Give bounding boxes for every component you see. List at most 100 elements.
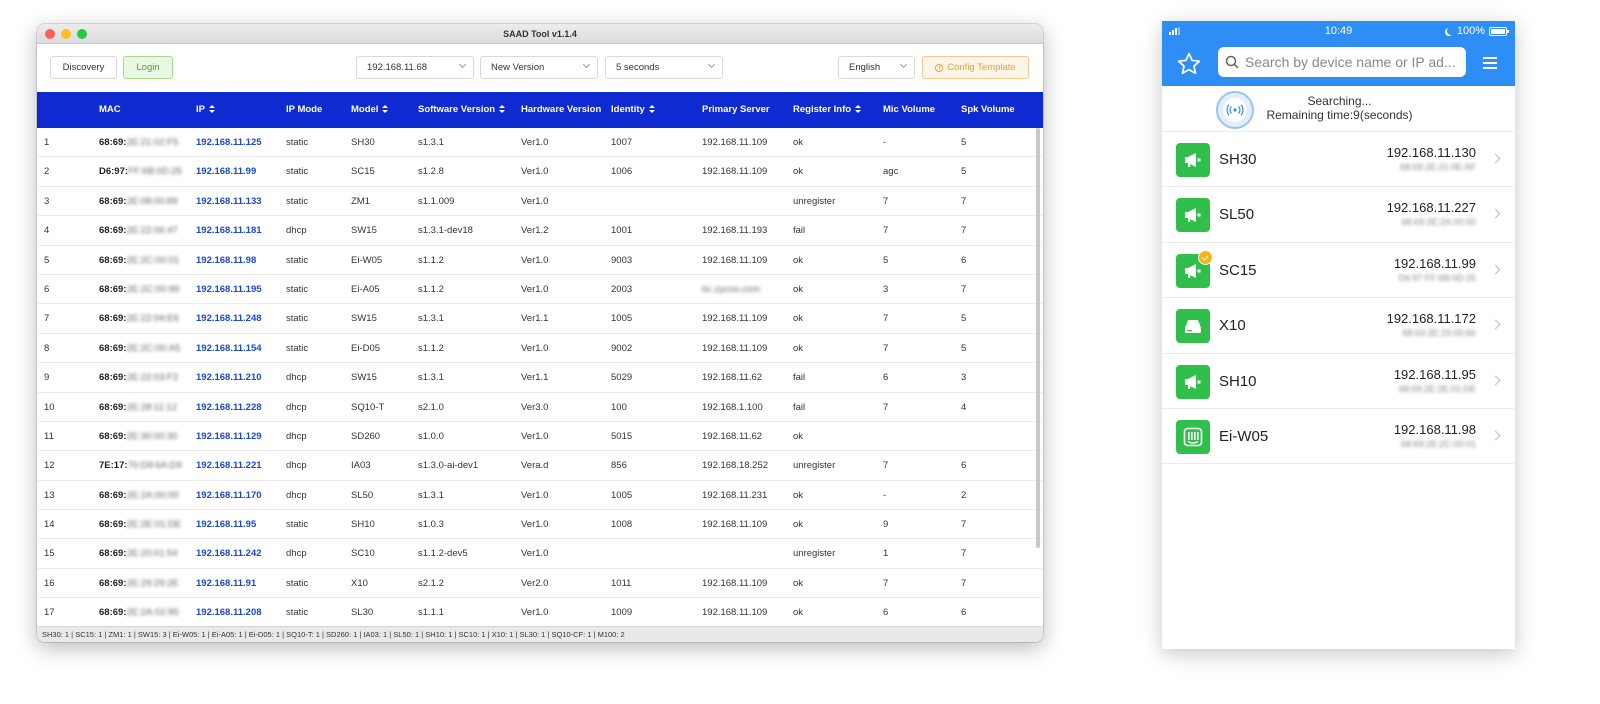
table-row[interactable]: 8 68:69:2E:2C:00:A5 192.168.11.154 static Ei… bbox=[37, 334, 1043, 364]
ip-cell[interactable]: 192.168.11.228 bbox=[196, 393, 262, 422]
interval-select[interactable]: 5 seconds bbox=[605, 56, 723, 79]
column-header-model[interactable]: Model bbox=[351, 92, 389, 128]
ip-cell[interactable]: 192.168.11.125 bbox=[196, 128, 262, 157]
table-row[interactable]: 1 68:69:2E:21:02:F5 192.168.11.125 static SH… bbox=[37, 128, 1043, 158]
table-row[interactable]: 2 D6:97:FF:6B:0D:25 192.168.11.99 static SC1… bbox=[37, 157, 1043, 187]
device-ip: 192.168.11.130 bbox=[1386, 145, 1476, 160]
ip-cell[interactable]: 192.168.11.181 bbox=[196, 216, 262, 245]
sort-icon[interactable] bbox=[855, 104, 862, 114]
ip-cell[interactable]: 192.168.11.248 bbox=[196, 304, 262, 333]
version-select-value: New Version bbox=[491, 62, 545, 73]
column-header-register-info[interactable]: Register Info bbox=[793, 92, 862, 128]
device-list-item[interactable]: X10 192.168.11.172 68:69:2E:29:00:66 bbox=[1162, 298, 1515, 354]
table-row[interactable]: 11 68:69:2E:30:00:30 192.168.11.129 dhcp SD2… bbox=[37, 422, 1043, 452]
ip-cell[interactable]: 192.168.11.98 bbox=[196, 246, 256, 275]
phone-status-bar: 10:49 100% bbox=[1162, 21, 1515, 41]
config-template-button[interactable]: Config Template bbox=[922, 56, 1029, 79]
ip-cell[interactable]: 192.168.11.91 bbox=[196, 569, 256, 598]
discovery-button[interactable]: Discovery bbox=[50, 56, 117, 79]
ip-cell[interactable]: 192.168.11.129 bbox=[196, 422, 262, 451]
column-header-spk-volume[interactable]: Spk Volume bbox=[961, 92, 1015, 128]
column-header-mic-volume[interactable]: Mic Volume bbox=[883, 92, 935, 128]
zoom-window-button[interactable] bbox=[77, 29, 87, 39]
ip-cell[interactable]: 192.168.11.195 bbox=[196, 275, 262, 304]
device-list-item[interactable]: SL50 192.168.11.227 68:69:2E:2A:00:00 bbox=[1162, 187, 1515, 243]
ip-cell[interactable]: 192.168.11.221 bbox=[196, 451, 262, 480]
sort-icon[interactable] bbox=[208, 104, 215, 114]
ip-cell[interactable]: 192.168.11.210 bbox=[196, 363, 262, 392]
ip-cell[interactable]: 192.168.11.154 bbox=[196, 334, 262, 363]
row-number: 2 bbox=[44, 166, 50, 178]
table-row[interactable]: 6 68:69:2E:2C:00:99 192.168.11.195 static Ei… bbox=[37, 275, 1043, 305]
ip-cell[interactable]: 192.168.11.95 bbox=[196, 510, 256, 539]
table-row[interactable]: 3 68:69:2E:08:00:89 192.168.11.133 static ZM… bbox=[37, 187, 1043, 217]
ip-cell[interactable]: 192.168.11.133 bbox=[196, 187, 262, 216]
sort-icon[interactable] bbox=[382, 104, 389, 114]
vertical-scrollbar[interactable] bbox=[1036, 128, 1040, 548]
column-header-hardware-version[interactable]: Hardware Version bbox=[521, 92, 601, 128]
table-row[interactable]: 15 68:69:2E:20:01:54 192.168.11.242 dhcp SC1… bbox=[37, 539, 1043, 569]
ip-cell[interactable]: 192.168.11.99 bbox=[196, 157, 256, 186]
language-select[interactable]: English bbox=[838, 56, 915, 79]
mic-volume-cell: 5 bbox=[883, 254, 889, 266]
spk-volume-cell: 5 bbox=[961, 342, 967, 354]
title-bar: SAAD Tool v1.1.4 bbox=[37, 24, 1043, 44]
hardware-version-cell: Ver1.0 bbox=[521, 166, 549, 178]
device-name: SH10 bbox=[1219, 372, 1257, 390]
model-cell: SC10 bbox=[351, 548, 375, 560]
table-row[interactable]: 12 7E:17:70:D9:6A:D9 192.168.11.221 dhcp IA0… bbox=[37, 451, 1043, 481]
login-button[interactable]: Login bbox=[123, 56, 173, 79]
table-row[interactable]: 7 68:69:2E:22:04:E6 192.168.11.248 static SW… bbox=[37, 304, 1043, 334]
table-row[interactable]: 9 68:69:2E:22:03:F2 192.168.11.210 dhcp SW15… bbox=[37, 363, 1043, 393]
mac-prefix: D6:97: bbox=[99, 166, 129, 178]
column-header-identity[interactable]: Identity bbox=[611, 92, 655, 128]
mac-suffix-redacted: 2E:22:06:47 bbox=[126, 225, 178, 237]
column-header-ip[interactable]: IP bbox=[196, 92, 215, 128]
close-window-button[interactable] bbox=[45, 29, 55, 39]
sort-icon[interactable] bbox=[499, 104, 506, 114]
ip-cell[interactable]: 192.168.11.208 bbox=[196, 598, 262, 627]
table-row[interactable]: 16 68:69:2E:29:29:2E 192.168.11.91 static X1… bbox=[37, 569, 1043, 599]
ip-select[interactable]: 192.168.11.68 bbox=[356, 56, 474, 79]
mac-suffix-redacted: 2E:08:00:89 bbox=[126, 195, 178, 207]
star-icon[interactable] bbox=[1176, 51, 1202, 77]
table-row[interactable]: 5 68:69:2E:2C:00:01 192.168.11.98 static Ei-… bbox=[37, 246, 1043, 275]
device-list-item[interactable]: Ei-W05 192.168.11.98 68:69:2E:2C:00:01 bbox=[1162, 409, 1515, 465]
version-select[interactable]: New Version bbox=[480, 56, 598, 79]
ip-mode-cell: dhcp bbox=[286, 401, 307, 413]
minimize-window-button[interactable] bbox=[61, 29, 71, 39]
table-row[interactable]: 14 68:69:2E:2E:01:DE 192.168.11.95 static SH… bbox=[37, 510, 1043, 540]
column-header-software-version[interactable]: Software Version bbox=[418, 92, 506, 128]
column-header-primary-server[interactable]: Primary Server bbox=[702, 92, 770, 128]
table-header: MAC IP IP Mode Model Software Version Ha… bbox=[37, 92, 1043, 128]
search-icon bbox=[1225, 55, 1239, 69]
sort-icon[interactable] bbox=[648, 104, 655, 114]
column-header-ip-label: IP bbox=[196, 104, 205, 115]
mac-suffix-redacted: 2E:29:29:2E bbox=[126, 577, 179, 589]
table-row[interactable]: 17 68:69:2E:2A:02:85 192.168.11.208 static S… bbox=[37, 598, 1043, 628]
ip-cell[interactable]: 192.168.11.170 bbox=[196, 481, 262, 510]
mac-cell: 68:69:2E:08:00:89 bbox=[99, 187, 178, 216]
column-header-model-label: Model bbox=[351, 104, 379, 115]
spk-volume-cell: 2 bbox=[961, 489, 967, 501]
primary-server-cell: 192.168.11.193 bbox=[702, 225, 768, 237]
ip-cell[interactable]: 192.168.11.242 bbox=[196, 539, 262, 568]
chevron-down-icon bbox=[582, 60, 591, 69]
mic-volume-cell: 7 bbox=[883, 313, 889, 325]
chevron-down-icon bbox=[899, 60, 908, 69]
ip-mode-cell: static bbox=[286, 607, 309, 619]
table-row[interactable]: 10 68:69:2E:28:11:12 192.168.11.228 dhcp SQ1… bbox=[37, 393, 1043, 422]
primary-server-cell: 192.168.11.109 bbox=[702, 254, 768, 266]
device-list-item[interactable]: SC15 192.168.11.99 D6:97:FF:6B:0D:25 bbox=[1162, 243, 1515, 299]
table-row[interactable]: 13 68:69:2E:2A:00:00 192.168.11.170 dhcp SL5… bbox=[37, 481, 1043, 511]
device-list-item[interactable]: SH10 192.168.11.95 68:69:2E:2E:01:DE bbox=[1162, 354, 1515, 409]
device-mac-redacted: 68:69:2E:21:0E:AF bbox=[1399, 162, 1476, 172]
table-row[interactable]: 4 68:69:2E:22:06:47 192.168.11.181 dhcp SW15… bbox=[37, 216, 1043, 246]
device-list-item[interactable]: SH30 192.168.11.130 68:69:2E:21:0E:AF bbox=[1162, 132, 1515, 188]
ip-mode-cell: static bbox=[286, 342, 309, 354]
menu-icon[interactable] bbox=[1483, 57, 1497, 69]
column-header-ip-mode[interactable]: IP Mode bbox=[286, 92, 322, 128]
device-search-input[interactable]: Search by device name or IP ad... bbox=[1218, 47, 1466, 77]
register-info-cell: ok bbox=[793, 254, 804, 266]
column-header-mac[interactable]: MAC bbox=[99, 92, 121, 128]
